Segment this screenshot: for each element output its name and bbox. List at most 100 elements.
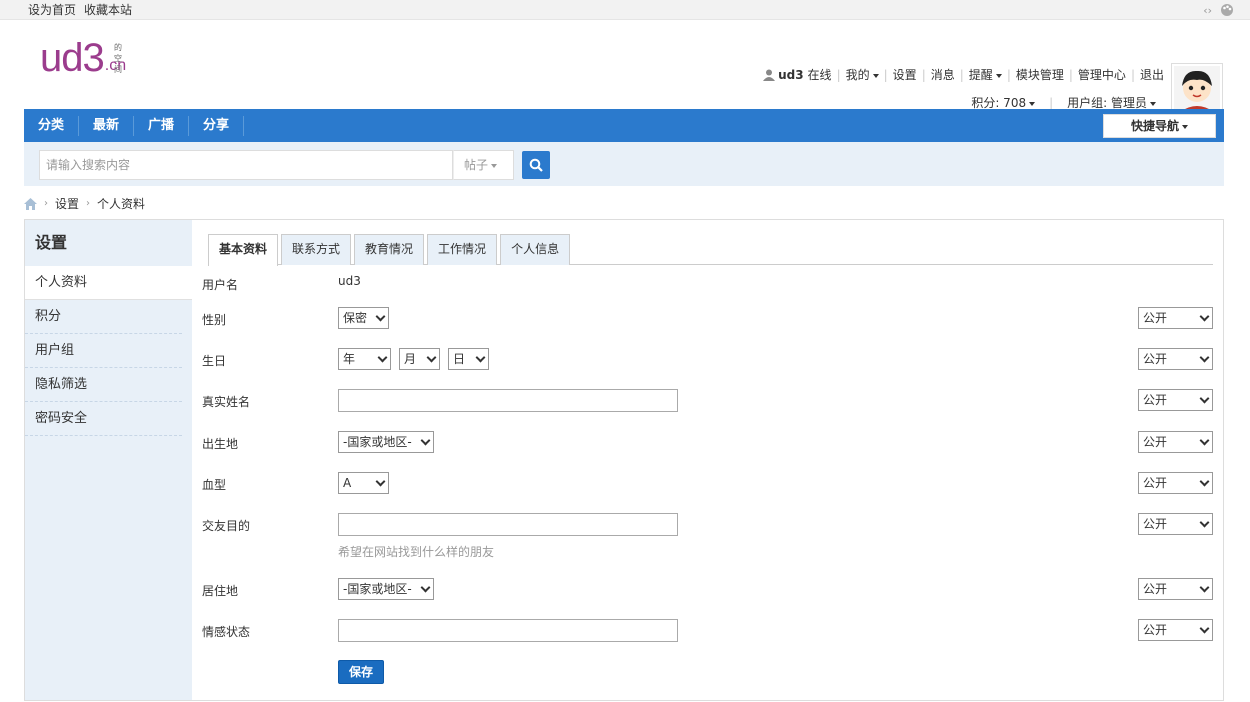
avatar[interactable] [1171, 63, 1223, 115]
mine-menu[interactable]: 我的 [846, 66, 879, 83]
separator: | [1006, 67, 1011, 82]
nav-item-broadcast[interactable]: 广播 [134, 115, 190, 136]
breadcrumb-separator: › [86, 198, 91, 209]
messages-link[interactable]: 消息 [931, 66, 955, 83]
code-icon[interactable]: ‹› [1203, 4, 1212, 17]
sidebar-item-privacy[interactable]: 隐私筛选 [25, 368, 182, 402]
realname-input[interactable] [338, 389, 678, 412]
search-bar: 请输入搜索内容 帖子 [24, 142, 1224, 186]
username-value: ud3 [338, 274, 361, 288]
birth-day-select[interactable]: 日 [448, 348, 489, 370]
birth-month-value: 月 [404, 352, 417, 366]
sidebar-item-profile[interactable]: 个人资料 [25, 266, 192, 300]
gender-select-value: 保密 [343, 311, 368, 325]
purpose-input[interactable] [338, 513, 678, 536]
birthday-label: 生日 [202, 354, 227, 368]
birthplace-select[interactable]: -国家或地区- [338, 431, 434, 453]
chevron-down-icon [872, 73, 879, 78]
birth-year-select[interactable]: 年 [338, 348, 391, 370]
sidebar-item-points[interactable]: 积分 [25, 300, 182, 334]
residence-label: 居住地 [202, 584, 239, 598]
quick-nav-label: 快捷导航 [1130, 119, 1179, 133]
tab-personal[interactable]: 个人信息 [500, 234, 571, 265]
separator: | [921, 67, 926, 82]
sidebar-item-usergroup[interactable]: 用户组 [25, 334, 182, 368]
privacy-select-realname[interactable]: 公开 [1138, 389, 1213, 411]
reminders-label: 提醒 [968, 68, 993, 82]
logo-main: ud3 [40, 36, 105, 80]
separator: | [1130, 67, 1135, 82]
privacy-select-relationship-value: 公开 [1143, 623, 1168, 637]
avatar-image [1174, 66, 1220, 112]
privacy-select-bloodtype[interactable]: 公开 [1138, 472, 1213, 494]
realname-label: 真实姓名 [202, 395, 251, 409]
breadcrumb-current: 个人资料 [97, 197, 146, 211]
chevron-down-icon [420, 435, 431, 445]
privacy-select-relationship[interactable]: 公开 [1138, 619, 1213, 641]
separator: | [1068, 67, 1073, 82]
chevron-down-icon [1199, 352, 1210, 362]
relationship-input[interactable] [338, 619, 678, 642]
gender-select[interactable]: 保密 [338, 307, 389, 329]
chevron-down-icon [1199, 582, 1210, 592]
privacy-select-birthplace[interactable]: 公开 [1138, 431, 1213, 453]
separator: | [836, 67, 841, 82]
usergroup-label: 用户组: 管理员 [1067, 96, 1147, 110]
separator: | [1049, 95, 1054, 110]
nav-item-latest[interactable]: 最新 [79, 115, 135, 136]
tab-basic[interactable]: 基本资料 [208, 234, 279, 266]
search-input[interactable]: 请输入搜索内容 [39, 150, 453, 180]
chevron-down-icon [375, 311, 386, 321]
site-logo[interactable]: ud3 .cn 的空间 [40, 38, 126, 78]
tab-work[interactable]: 工作情况 [427, 234, 498, 265]
birthplace-select-value: -国家或地区- [343, 435, 412, 449]
chevron-down-icon [1199, 393, 1210, 403]
home-icon[interactable] [24, 197, 37, 210]
header: ud3 .cn 的空间 ud3 在线 | 我的 | 设置 | 消息 | 提醒 |… [0, 20, 1250, 115]
residence-select[interactable]: -国家或地区- [338, 578, 434, 600]
privacy-select-birthday[interactable]: 公开 [1138, 348, 1213, 370]
purpose-label: 交友目的 [202, 519, 251, 533]
bookmark-link[interactable]: 收藏本站 [84, 1, 132, 18]
chevron-down-icon [426, 352, 437, 362]
birth-month-select[interactable]: 月 [399, 348, 440, 370]
chevron-down-icon [1029, 101, 1036, 106]
admin-center-link[interactable]: 管理中心 [1078, 66, 1126, 83]
privacy-select-purpose[interactable]: 公开 [1138, 513, 1213, 535]
sidebar-item-password[interactable]: 密码安全 [25, 402, 182, 436]
logo-subtitle: 的空间 [114, 43, 122, 74]
search-button[interactable] [522, 151, 550, 179]
chevron-down-icon [1150, 101, 1156, 106]
breadcrumb-settings[interactable]: 设置 [55, 195, 79, 212]
nav-item-share[interactable]: 分享 [189, 115, 245, 136]
chevron-down-icon [377, 352, 388, 362]
reminders-menu[interactable]: 提醒 [969, 66, 1002, 83]
save-button[interactable]: 保存 [338, 660, 384, 684]
search-type-select[interactable]: 帖子 [453, 150, 514, 180]
breadcrumb: › 设置 › 个人资料 [24, 195, 145, 212]
nav-item-category[interactable]: 分类 [24, 115, 80, 136]
search-type-label: 帖子 [464, 158, 489, 172]
tab-education[interactable]: 教育情况 [354, 234, 425, 265]
birthplace-label: 出生地 [202, 437, 239, 451]
privacy-select-residence[interactable]: 公开 [1138, 578, 1213, 600]
quick-nav-button[interactable]: 快捷导航 [1103, 114, 1216, 138]
username-link[interactable]: ud3 [778, 68, 803, 82]
settings-sidebar: 设置 个人资料 积分 用户组 隐私筛选 密码安全 [25, 220, 192, 700]
mine-menu-label: 我的 [845, 68, 870, 82]
palette-icon[interactable] [1220, 3, 1234, 17]
bloodtype-select[interactable]: A [338, 472, 389, 494]
user-menu: ud3 在线 | 我的 | 设置 | 消息 | 提醒 | 模块管理 | 管理中心… [763, 66, 1164, 83]
tab-contact[interactable]: 联系方式 [281, 234, 352, 265]
logout-link[interactable]: 退出 [1140, 66, 1164, 83]
separator: | [883, 67, 888, 82]
chevron-down-icon [1199, 435, 1210, 445]
settings-link[interactable]: 设置 [893, 66, 917, 83]
residence-select-value: -国家或地区- [343, 582, 412, 596]
chevron-down-icon [491, 163, 498, 168]
module-manage-link[interactable]: 模块管理 [1016, 66, 1064, 83]
set-home-link[interactable]: 设为首页 [28, 1, 76, 18]
privacy-select-gender[interactable]: 公开 [1138, 307, 1213, 329]
username-label: 用户名 [202, 278, 239, 292]
separator: | [959, 67, 964, 82]
